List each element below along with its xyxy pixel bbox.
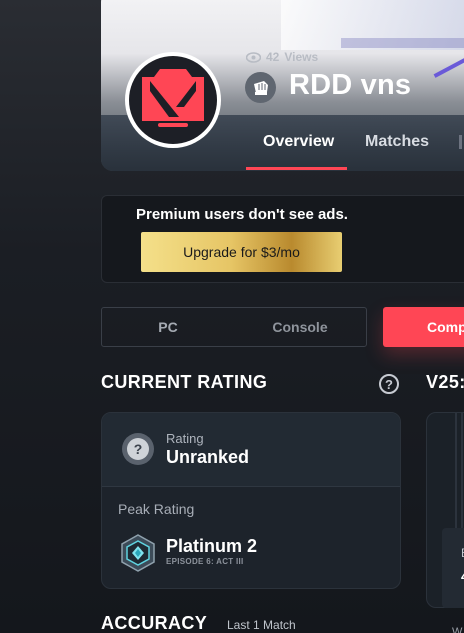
unranked-icon: ? [122,433,154,465]
rating-value: Unranked [166,447,250,467]
views-counter: 42 Views [246,50,318,64]
tab-overflow[interactable] [459,135,462,149]
peak-rating-label: Peak Rating [118,501,195,517]
mode-competitive-button[interactable]: Comp [383,307,464,347]
riot-badge [245,72,276,103]
tab-overview[interactable]: Overview [263,133,334,151]
riot-fist-icon [253,80,268,95]
banner-strip [341,38,464,48]
rating-label: Rating [166,431,204,446]
game-logo-icon [142,69,204,131]
avatar[interactable] [125,52,221,148]
avatar-image [129,56,217,144]
platinum-rank-icon [118,533,158,573]
season-title: V25: [426,372,464,392]
player-name: RDD vns [289,69,412,101]
peak-rating-value: Platinum 2 [166,536,258,556]
banner-decoration [433,46,464,78]
accuracy-title: ACCURACY [101,613,208,633]
divider [102,486,400,487]
platform-pc[interactable]: PC [102,308,234,346]
current-rating-title: CURRENT RATING [101,372,268,392]
question-mark-icon: ? [127,438,149,460]
platform-console[interactable]: Console [234,308,366,346]
peak-episode: EPISODE 6: ACT III [166,557,244,566]
active-tab-indicator [246,167,347,170]
help-icon[interactable]: ? [379,374,399,394]
platform-toggle: PC Console [101,307,367,347]
upgrade-button[interactable]: Upgrade for $3/mo [141,232,342,272]
tab-matches[interactable]: Matches [365,133,429,151]
views-count: 42 [266,50,280,64]
views-label: Views [284,50,319,64]
ad-message: Premium users don't see ads. [136,206,348,223]
accuracy-subtitle: Last 1 Match [227,618,296,632]
season-footer-text: W [452,626,463,633]
eye-icon [246,51,261,63]
